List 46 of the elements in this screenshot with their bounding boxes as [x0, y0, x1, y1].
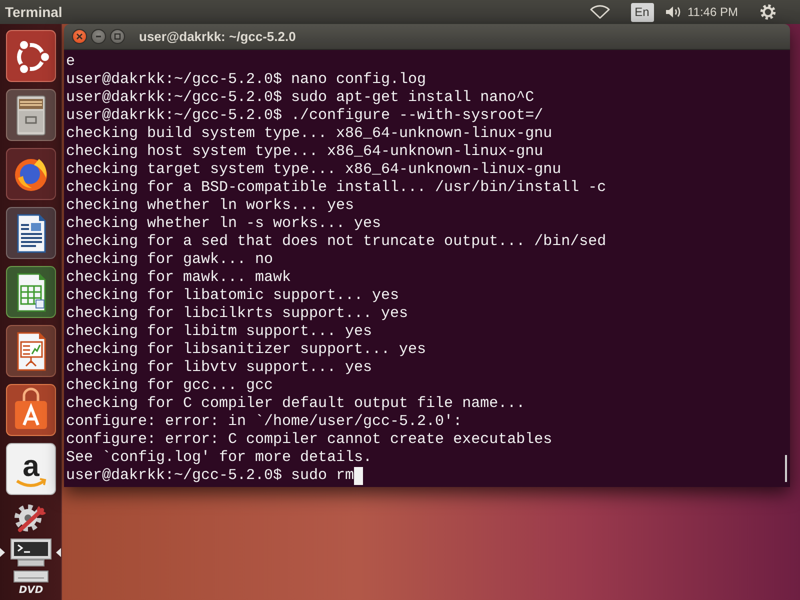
terminal-line: checking for gcc... gcc	[66, 377, 274, 395]
terminal-line: checking for libvtv support... yes	[66, 359, 372, 377]
terminal-line: configure: error: in `/home/user/gcc-5.2.0':	[66, 413, 462, 431]
shopping-bag-icon[interactable]	[6, 384, 56, 436]
minimize-button[interactable]	[91, 29, 106, 44]
terminal-line: e	[66, 53, 76, 71]
scrollbar-thumb[interactable]	[785, 455, 787, 482]
clock-text[interactable]: 11:46 PM	[688, 5, 738, 19]
terminal-line: checking for libcilkrts support... yes	[66, 305, 408, 323]
terminal-line: checking for libsanitizer support... yes	[66, 341, 426, 359]
terminal-line: user@dakrkk:~/gcc-5.2.0$ sudo rm	[66, 467, 354, 485]
terminal-line: user@dakrkk:~/gcc-5.2.0$ ./configure --with-sysroot=/	[66, 107, 544, 125]
window-title: user@dakrkk: ~/gcc-5.2.0	[139, 29, 296, 44]
close-button[interactable]	[72, 29, 87, 44]
terminal-line: checking build system type... x86_64-unknown-linux-gnu	[66, 125, 552, 143]
close-icon	[76, 33, 83, 40]
app-menu-title[interactable]: Terminal	[5, 4, 62, 20]
terminal-line: checking target system type... x86_64-unknown-linux-gnu	[66, 161, 562, 179]
letter-a-smile-icon[interactable]: a	[6, 443, 56, 495]
terminal-line: checking for libatomic support... yes	[66, 287, 400, 305]
terminal-line: checking for a BSD-compatible install... /usr/bin/install -c	[66, 179, 606, 197]
terminal-line: checking for a sed that does not truncate output... /bin/sed	[66, 233, 606, 251]
terminal-line: checking for libitm support... yes	[66, 323, 372, 341]
ring-dots-icon[interactable]	[6, 30, 56, 82]
terminal-line: checking for gawk... no	[66, 251, 274, 269]
wifi-icon[interactable]	[590, 5, 610, 19]
keyboard-layout-indicator[interactable]: En	[630, 2, 654, 22]
speaker-icon[interactable]	[664, 5, 682, 19]
maximize-icon	[114, 33, 121, 40]
spreadsheet-icon[interactable]	[6, 266, 56, 318]
presentation-icon[interactable]	[6, 325, 56, 377]
terminal-line: checking for mawk... mawk	[66, 269, 292, 287]
text-document-icon[interactable]	[6, 207, 56, 259]
terminal-line: checking whether ln works... yes	[66, 197, 354, 215]
gear-icon[interactable]	[760, 4, 776, 20]
maximize-button[interactable]	[110, 29, 125, 44]
terminal-line: configure: error: C compiler cannot create executables	[66, 431, 552, 449]
terminal-line: user@dakrkk:~/gcc-5.2.0$ sudo apt-get install nano^C	[66, 89, 534, 107]
terminal-line: See `config.log' for more details.	[66, 449, 372, 467]
fox-globe-icon[interactable]	[6, 148, 56, 200]
terminal-line: user@dakrkk:~/gcc-5.2.0$ nano config.log	[66, 71, 426, 89]
terminal-line: checking whether ln -s works... yes	[66, 215, 382, 233]
terminal-line: checking host system type... x86_64-unknown-linux-gnu	[66, 143, 544, 161]
terminal-line: checking for C compiler default output file name...	[66, 395, 526, 413]
minimize-icon	[95, 33, 102, 40]
filing-cabinet-icon[interactable]	[6, 89, 56, 141]
